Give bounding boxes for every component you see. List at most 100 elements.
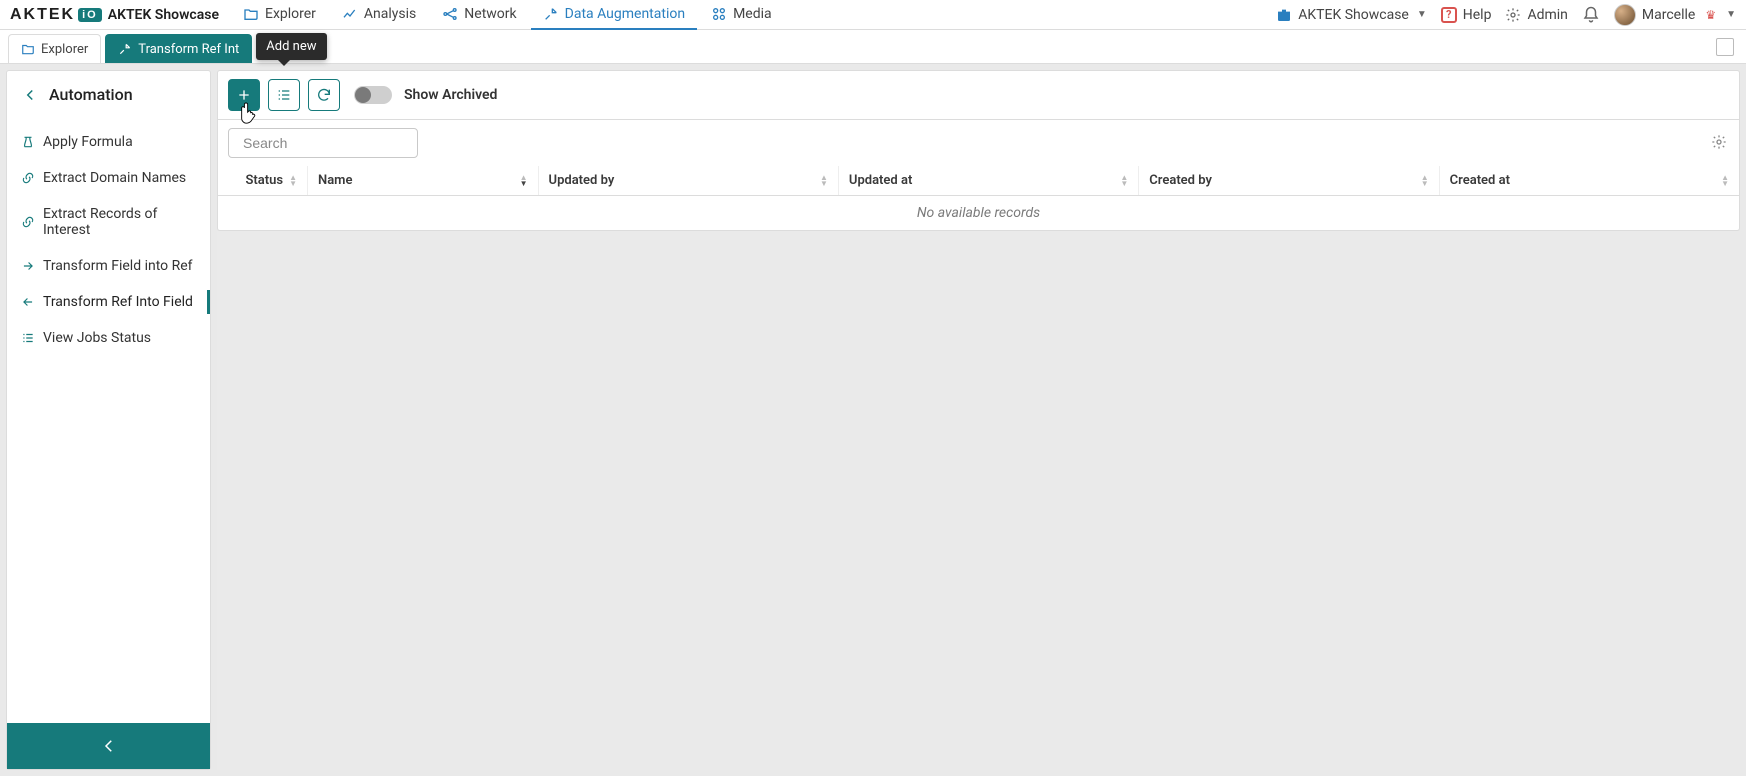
tab-explorer[interactable]: Explorer <box>8 34 101 63</box>
table-settings-button[interactable] <box>1711 134 1729 152</box>
toggle-knob <box>355 87 371 103</box>
crown-icon: ♛ <box>1705 8 1716 22</box>
gear-icon <box>1711 134 1727 150</box>
tab-transform-ref[interactable]: Transform Ref Int <box>105 34 252 63</box>
chevron-left-icon <box>100 737 118 755</box>
search-box[interactable] <box>228 128 418 158</box>
brand-block: AKTEK iO AKTEK Showcase <box>10 6 219 24</box>
table-header: Status ▲▼ Name ▲▼ Updated by ▲▼ Updated … <box>218 166 1739 196</box>
sidebar-item-label: Transform Ref Into Field <box>43 294 193 310</box>
augmentation-icon <box>118 42 132 56</box>
nav-explorer[interactable]: Explorer <box>231 0 328 30</box>
plus-icon <box>236 87 252 103</box>
search-input[interactable] <box>243 135 424 151</box>
maximize-icon[interactable] <box>1716 38 1734 56</box>
nav-label: Analysis <box>364 6 416 22</box>
sidebar-item-transform-ref-field[interactable]: Transform Ref Into Field <box>7 284 210 320</box>
show-archived-label: Show Archived <box>404 87 497 103</box>
col-name[interactable]: Name ▲▼ <box>308 166 539 195</box>
help-label: Help <box>1463 7 1492 23</box>
help-icon: ? <box>1441 7 1457 23</box>
toolbar: Show Archived <box>217 70 1740 120</box>
admin-link[interactable]: Admin <box>1505 7 1567 23</box>
sort-icon: ▲▼ <box>1721 175 1729 187</box>
sidebar-item-apply-formula[interactable]: Apply Formula <box>7 124 210 160</box>
tabbar-right-tools <box>1716 30 1738 63</box>
tooltip-text: Add new <box>266 39 316 54</box>
search-row <box>217 120 1740 166</box>
brand-name: AKTEK <box>10 6 75 24</box>
media-icon <box>711 6 727 22</box>
link-icon <box>21 171 35 185</box>
col-label: Name <box>318 173 352 188</box>
workspace: Automation Apply Formula Extract Domain … <box>0 64 1746 776</box>
sidebar-item-label: Extract Domain Names <box>43 170 186 186</box>
tab-bar: Explorer Transform Ref Int Add new <box>0 30 1746 64</box>
col-updated-at[interactable]: Updated at ▲▼ <box>839 166 1139 195</box>
formula-icon <box>21 135 35 149</box>
sidebar-item-extract-domain[interactable]: Extract Domain Names <box>7 160 210 196</box>
refresh-button[interactable] <box>308 79 340 111</box>
arrow-left-icon <box>21 86 39 104</box>
nav-data-augmentation[interactable]: Data Augmentation <box>531 0 697 30</box>
sidebar-heading-row[interactable]: Automation <box>7 71 210 118</box>
sidebar-item-transform-field-ref[interactable]: Transform Field into Ref <box>7 248 210 284</box>
workspace-switcher[interactable]: AKTEK Showcase ▼ <box>1276 7 1427 23</box>
admin-label: Admin <box>1527 7 1567 23</box>
user-menu[interactable]: Marcelle ♛ ▼ <box>1614 4 1736 26</box>
col-label: Updated at <box>849 173 912 188</box>
table-empty-row: No available records <box>218 196 1739 230</box>
augmentation-icon <box>543 6 559 22</box>
sidebar-item-extract-records[interactable]: Extract Records of Interest <box>7 196 210 248</box>
sort-icon: ▲▼ <box>1120 175 1128 187</box>
chevron-down-icon: ▼ <box>1417 9 1427 20</box>
records-table: Status ▲▼ Name ▲▼ Updated by ▲▼ Updated … <box>217 166 1740 231</box>
arrow-right-icon <box>21 259 35 273</box>
user-name: Marcelle <box>1642 7 1695 23</box>
sidebar-item-label: Transform Field into Ref <box>43 258 193 274</box>
link-icon <box>21 215 35 229</box>
empty-area <box>217 231 1740 770</box>
sort-icon: ▲▼ <box>1421 175 1429 187</box>
sort-icon: ▲▼ <box>820 175 828 187</box>
main-area: Show Archived Status ▲▼ <box>217 70 1740 770</box>
bell-icon <box>1582 6 1600 24</box>
sort-icon: ▲▼ <box>289 175 297 187</box>
nav-analysis[interactable]: Analysis <box>330 0 428 30</box>
nav-network[interactable]: Network <box>430 0 528 30</box>
sidebar-item-view-jobs[interactable]: View Jobs Status <box>7 320 210 356</box>
col-label: Status <box>245 173 283 188</box>
help-link[interactable]: ? Help <box>1441 7 1492 23</box>
refresh-icon <box>316 87 332 103</box>
tab-label: Transform Ref Int <box>138 42 239 57</box>
col-updated-by[interactable]: Updated by ▲▼ <box>539 166 839 195</box>
network-icon <box>442 6 458 22</box>
sidebar-heading: Automation <box>49 85 133 104</box>
sidebar-list: Apply Formula Extract Domain Names Extra… <box>7 124 210 356</box>
sidebar-item-label: View Jobs Status <box>43 330 151 346</box>
nav-label: Media <box>733 6 772 22</box>
sidebar-item-label: Apply Formula <box>43 134 133 150</box>
col-created-by[interactable]: Created by ▲▼ <box>1139 166 1439 195</box>
admin-gear-icon <box>1505 7 1521 23</box>
list-icon <box>276 87 292 103</box>
nav-label: Explorer <box>265 6 316 22</box>
briefcase-icon <box>1276 7 1292 23</box>
col-label: Created at <box>1450 173 1510 188</box>
nav-label: Data Augmentation <box>565 6 685 22</box>
top-navbar: AKTEK iO AKTEK Showcase Explorer Analysi… <box>0 0 1746 30</box>
sidebar-item-label: Extract Records of Interest <box>43 206 196 238</box>
sidebar-collapse-button[interactable] <box>7 723 210 769</box>
avatar <box>1614 4 1636 26</box>
col-created-at[interactable]: Created at ▲▼ <box>1440 166 1739 195</box>
topbar-right: AKTEK Showcase ▼ ? Help Admin Marcelle ♛… <box>1276 4 1736 26</box>
col-status[interactable]: Status ▲▼ <box>218 166 308 195</box>
list-view-button[interactable] <box>268 79 300 111</box>
notifications-button[interactable] <box>1582 6 1600 24</box>
sort-icon: ▲▼ <box>520 175 528 187</box>
show-archived-toggle[interactable] <box>354 86 392 104</box>
nav-label: Network <box>464 6 516 22</box>
add-new-button[interactable] <box>228 79 260 111</box>
chart-line-icon <box>342 6 358 22</box>
nav-media[interactable]: Media <box>699 0 784 30</box>
